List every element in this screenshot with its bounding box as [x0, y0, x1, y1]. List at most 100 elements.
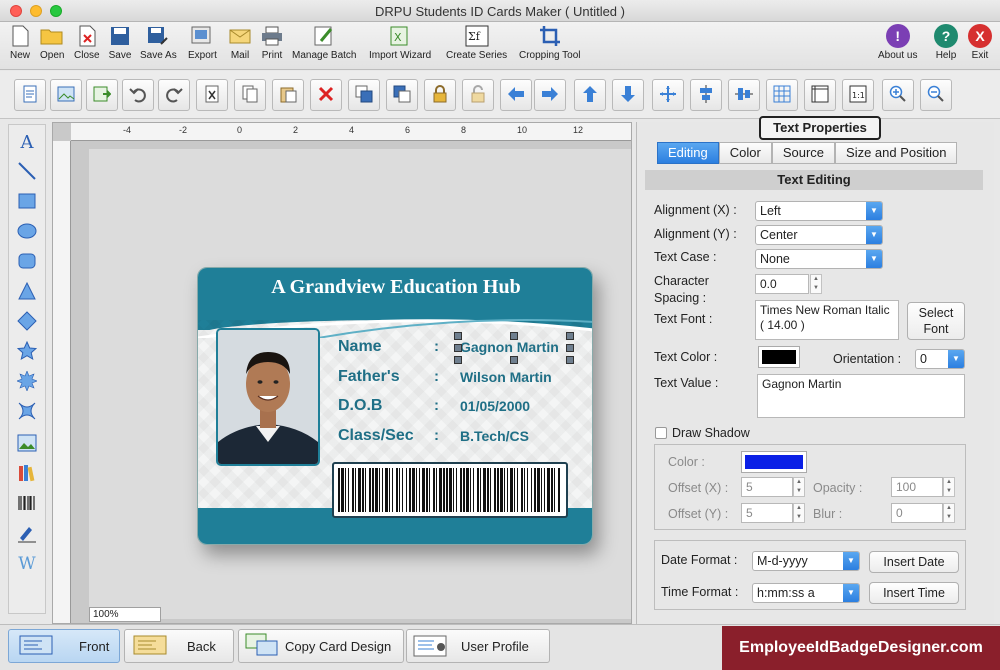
opacity-input[interactable]: 100: [891, 477, 943, 497]
time-format-select[interactable]: h:mm:ss a ▼: [752, 583, 860, 603]
new-button[interactable]: New: [8, 24, 32, 61]
offset-x-stepper[interactable]: ▲ ▼: [793, 477, 805, 497]
move-down-button[interactable]: [612, 79, 644, 111]
send-back-button[interactable]: [386, 79, 418, 111]
orientation-select[interactable]: 0 ▼: [915, 349, 965, 369]
about-us-button[interactable]: ! About us: [878, 24, 917, 61]
image-button[interactable]: [50, 79, 82, 111]
class-label[interactable]: Class/Sec: [338, 427, 414, 445]
paste-button[interactable]: [272, 79, 304, 111]
cut-button[interactable]: [196, 79, 228, 111]
cropping-tool-button[interactable]: Cropping Tool: [519, 24, 581, 61]
rounded-rectangle-tool[interactable]: [12, 249, 42, 275]
burst-tool[interactable]: [12, 369, 42, 395]
resize-handle[interactable]: [510, 356, 518, 364]
help-button[interactable]: ? Help: [934, 24, 958, 61]
text-tool[interactable]: A: [12, 129, 42, 155]
resize-handle[interactable]: [454, 332, 462, 340]
mail-button[interactable]: Mail: [228, 24, 252, 61]
manage-batch-button[interactable]: Manage Batch: [292, 24, 357, 61]
select-font-button[interactable]: Select Font: [907, 302, 965, 340]
id-card[interactable]: A Grandview Education Hub Name : Gagnon …: [197, 267, 593, 545]
ruler-button[interactable]: [804, 79, 836, 111]
student-photo[interactable]: [216, 328, 320, 466]
design-canvas[interactable]: -4 -2 0 2 4 6 8 10 12 A Grandview Educat…: [52, 122, 632, 624]
save-button[interactable]: Save: [108, 24, 132, 61]
export-button[interactable]: Export: [188, 24, 217, 61]
actual-size-button[interactable]: 1:1: [842, 79, 874, 111]
resize-handle[interactable]: [454, 356, 462, 364]
shadow-color-swatch[interactable]: [741, 451, 807, 473]
move-right-button[interactable]: [534, 79, 566, 111]
insert-date-button[interactable]: Insert Date: [869, 551, 959, 573]
watermark-tool[interactable]: W: [12, 551, 42, 577]
save-as-button[interactable]: Save As: [140, 24, 177, 61]
star-tool[interactable]: [12, 339, 42, 365]
signature-tool[interactable]: [12, 521, 42, 547]
father-value[interactable]: Wilson Martin: [460, 369, 552, 385]
char-spacing-input[interactable]: 0.0: [755, 274, 809, 294]
zoom-level-field[interactable]: 100%: [89, 607, 161, 622]
zoom-in-button[interactable]: [882, 79, 914, 111]
alignment-x-select[interactable]: Left ▼: [755, 201, 883, 221]
concave-star-tool[interactable]: [12, 399, 42, 425]
resize-handle[interactable]: [566, 356, 574, 364]
delete-button[interactable]: [310, 79, 342, 111]
user-profile-button[interactable]: User Profile: [406, 629, 550, 663]
offset-y-stepper[interactable]: ▲ ▼: [793, 503, 805, 523]
center-button[interactable]: [652, 79, 684, 111]
barcode[interactable]: [332, 462, 568, 518]
tab-size-position[interactable]: Size and Position: [835, 142, 958, 164]
text-value-field[interactable]: Gagnon Martin: [757, 374, 965, 418]
move-up-button[interactable]: [574, 79, 606, 111]
picture-tool[interactable]: [12, 431, 42, 457]
copy-card-design-button[interactable]: Copy Card Design: [238, 629, 404, 663]
rectangle-tool[interactable]: [12, 189, 42, 215]
redo-button[interactable]: [158, 79, 190, 111]
library-tool[interactable]: [12, 461, 42, 487]
text-color-swatch[interactable]: [758, 346, 800, 368]
align-vertical-button[interactable]: [690, 79, 722, 111]
triangle-tool[interactable]: [12, 279, 42, 305]
align-horizontal-button[interactable]: [728, 79, 760, 111]
print-button[interactable]: Print: [260, 24, 284, 61]
dob-label[interactable]: D.O.B: [338, 397, 382, 415]
date-format-select[interactable]: M-d-yyyy ▼: [752, 551, 860, 571]
diamond-tool[interactable]: [12, 309, 42, 335]
close-button[interactable]: Close: [74, 24, 100, 61]
alignment-y-select[interactable]: Center ▼: [755, 225, 883, 245]
dob-value[interactable]: 01/05/2000: [460, 398, 530, 414]
offset-y-input[interactable]: 5: [741, 503, 793, 523]
line-tool[interactable]: [12, 159, 42, 185]
zoom-out-button[interactable]: [920, 79, 952, 111]
export-image-button[interactable]: [86, 79, 118, 111]
tab-source[interactable]: Source: [771, 142, 836, 164]
card-title[interactable]: A Grandview Education Hub: [198, 276, 592, 299]
unlock-button[interactable]: [462, 79, 494, 111]
brand-banner[interactable]: EmployeeIdBadgeDesigner.com: [722, 626, 1000, 670]
create-series-button[interactable]: Σf Create Series: [446, 24, 507, 61]
opacity-stepper[interactable]: ▲ ▼: [943, 477, 955, 497]
undo-button[interactable]: [122, 79, 154, 111]
resize-handle[interactable]: [454, 344, 462, 352]
class-value[interactable]: B.Tech/CS: [460, 428, 529, 444]
text-case-select[interactable]: None ▼: [755, 249, 883, 269]
draw-shadow-checkbox[interactable]: [655, 427, 667, 439]
tab-editing[interactable]: Editing: [657, 142, 719, 164]
blur-stepper[interactable]: ▲ ▼: [943, 503, 955, 523]
blur-input[interactable]: 0: [891, 503, 943, 523]
bring-front-button[interactable]: [348, 79, 380, 111]
move-left-button[interactable]: [500, 79, 532, 111]
insert-time-button[interactable]: Insert Time: [869, 582, 959, 604]
ellipse-tool[interactable]: [12, 219, 42, 245]
offset-x-input[interactable]: 5: [741, 477, 793, 497]
exit-button[interactable]: X Exit: [968, 24, 992, 61]
copy-button[interactable]: [234, 79, 266, 111]
front-button[interactable]: Front: [8, 629, 120, 663]
name-value[interactable]: Gagnon Martin: [460, 339, 559, 355]
tab-color[interactable]: Color: [718, 142, 772, 164]
back-button[interactable]: Back: [124, 629, 234, 663]
properties-button[interactable]: [14, 79, 46, 111]
resize-handle[interactable]: [510, 332, 518, 340]
open-button[interactable]: Open: [40, 24, 64, 61]
